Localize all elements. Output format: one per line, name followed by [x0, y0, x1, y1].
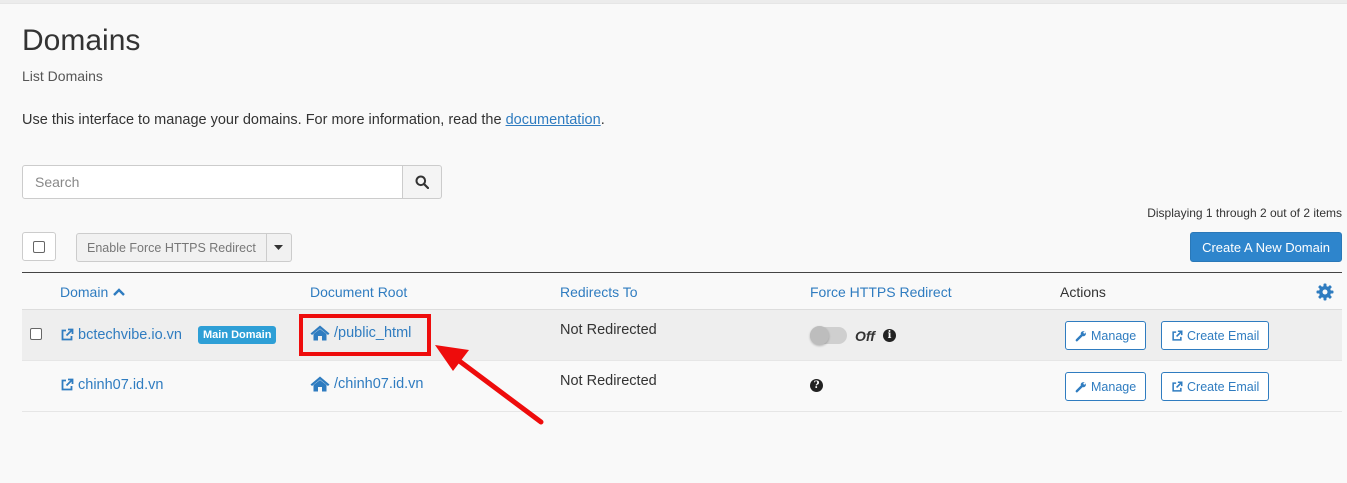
checkbox-box — [30, 328, 42, 340]
create-email-button-label: Create Email — [1187, 328, 1260, 343]
domain-cell: chinh07.id.vn — [60, 377, 163, 393]
document-root-cell: /chinh07.id.vn — [310, 376, 423, 392]
checkbox-box — [33, 240, 45, 253]
table-row: bctechvibe.io.vn Main Domain /public_htm… — [22, 310, 1342, 361]
manage-button-label: Manage — [1091, 328, 1137, 343]
force-https-cell: ? — [810, 379, 823, 392]
annotation-highlight-box — [299, 314, 431, 356]
column-force-https[interactable]: Force HTTPS Redirect — [810, 284, 952, 300]
column-document-root[interactable]: Document Root — [310, 284, 407, 300]
row-checkbox[interactable] — [30, 328, 42, 340]
search-bar — [22, 165, 442, 199]
toggle-knob — [810, 326, 829, 345]
info-icon[interactable]: i — [882, 329, 896, 342]
sort-up-icon — [113, 288, 126, 296]
redirects-to-cell: Not Redirected — [560, 322, 657, 338]
external-link-icon — [1172, 381, 1183, 392]
external-link-icon — [1172, 330, 1183, 341]
select-all-checkbox[interactable] — [22, 232, 56, 261]
domain-link[interactable]: bctechvibe.io.vn — [78, 327, 182, 343]
wrench-icon — [1075, 330, 1086, 341]
document-root-link[interactable]: /chinh07.id.vn — [334, 376, 423, 392]
annotation-arrow — [435, 345, 544, 425]
page-title: Domains — [22, 24, 141, 57]
create-email-button-wrap: Create Email — [1161, 321, 1270, 350]
manage-button-wrap: Manage — [1065, 321, 1147, 350]
create-email-button-label: Create Email — [1187, 379, 1260, 394]
bulk-action-group: Enable Force HTTPS Redirect — [76, 233, 292, 262]
bulk-action-dropdown[interactable] — [266, 233, 292, 262]
external-link-icon — [61, 328, 74, 341]
top-border — [0, 0, 1347, 4]
table-row: chinh07.id.vn /chinh07.id.vn Not Redirec… — [22, 361, 1342, 412]
manage-button-label: Manage — [1091, 379, 1137, 394]
column-domain[interactable]: Domain — [60, 284, 126, 300]
force-https-cell: Off i — [810, 326, 896, 345]
search-icon — [415, 175, 429, 189]
question-icon[interactable]: ? — [810, 379, 823, 392]
column-redirects-to[interactable]: Redirects To — [560, 284, 638, 300]
wrench-icon — [1075, 381, 1086, 392]
force-https-status: Off — [855, 327, 875, 344]
create-email-button[interactable]: Create Email — [1161, 372, 1270, 401]
table-header: Domain Document Root Redirects To Force … — [22, 272, 1342, 310]
intro-text: Use this interface to manage your domain… — [22, 112, 605, 128]
column-actions: Actions — [1060, 284, 1106, 300]
table-settings-button[interactable] — [1316, 283, 1334, 304]
enable-force-https-button[interactable]: Enable Force HTTPS Redirect — [76, 233, 267, 262]
intro-text-end: . — [600, 112, 605, 128]
intro-text-body: Use this interface to manage your domain… — [22, 112, 506, 128]
redirects-to-cell: Not Redirected — [560, 373, 657, 389]
create-email-button-wrap: Create Email — [1161, 372, 1270, 401]
external-link-icon — [61, 378, 74, 391]
gear-icon — [1316, 283, 1334, 301]
domain-cell: bctechvibe.io.vn Main Domain — [60, 326, 277, 344]
domain-link[interactable]: chinh07.id.vn — [78, 377, 163, 393]
manage-button[interactable]: Manage — [1065, 321, 1147, 350]
search-input[interactable] — [22, 165, 403, 199]
display-count: Displaying 1 through 2 out of 2 items — [1147, 206, 1342, 220]
column-domain-label: Domain — [60, 284, 109, 300]
search-button[interactable] — [403, 165, 442, 199]
manage-button[interactable]: Manage — [1065, 372, 1147, 401]
main-domain-badge: Main Domain — [197, 326, 277, 344]
documentation-link[interactable]: documentation — [506, 112, 601, 128]
page-subtitle: List Domains — [22, 68, 103, 84]
force-https-toggle[interactable] — [810, 326, 847, 345]
create-email-button[interactable]: Create Email — [1161, 321, 1270, 350]
caret-down-icon — [274, 244, 284, 250]
domains-table: Domain Document Root Redirects To Force … — [22, 272, 1342, 412]
home-icon — [310, 376, 330, 392]
manage-button-wrap: Manage — [1065, 372, 1147, 401]
create-new-domain-button[interactable]: Create A New Domain — [1190, 232, 1342, 262]
